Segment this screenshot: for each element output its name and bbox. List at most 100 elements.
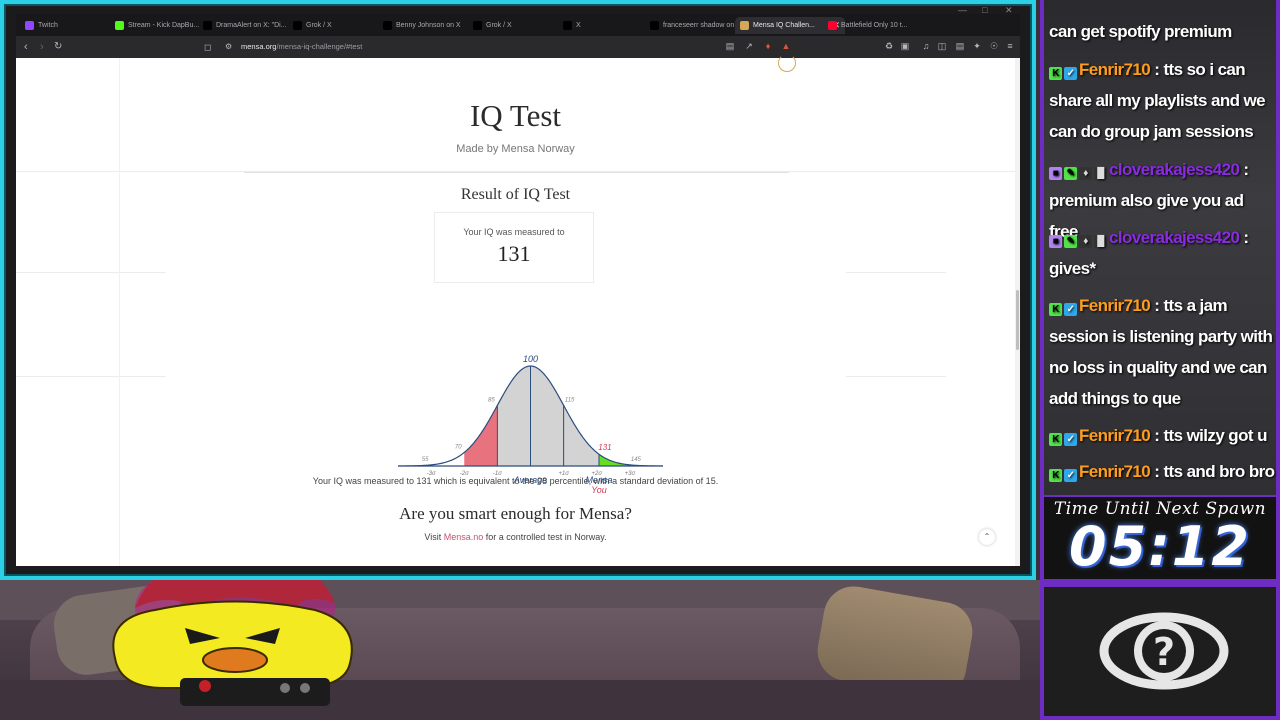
chat-message: ■ ✎ ♦ █ cloverakajess420 : gives* bbox=[1049, 222, 1275, 284]
average-area bbox=[497, 366, 599, 466]
tab-label: Mensa IQ Challen... bbox=[753, 22, 815, 29]
ghost-divider bbox=[846, 272, 946, 273]
tab-label: Grok / X bbox=[306, 22, 332, 29]
x-icon bbox=[563, 21, 572, 30]
edit-badge-icon: ✎ bbox=[1064, 235, 1077, 248]
curve-value-label: 131 bbox=[598, 443, 611, 452]
chat-message: can get spotify premium bbox=[1049, 16, 1275, 47]
maximize-icon[interactable]: □ bbox=[982, 5, 987, 15]
music-icon[interactable]: ♫ bbox=[921, 41, 931, 51]
browser-tab[interactable]: Battlefield Only 10 t... bbox=[823, 17, 933, 34]
ghost-divider bbox=[16, 272, 166, 273]
verified-badge-icon: ✓ bbox=[1064, 469, 1077, 482]
curve-value-label: 100 bbox=[523, 354, 538, 364]
ghost-divider bbox=[119, 58, 120, 566]
close-window-icon[interactable]: ✕ bbox=[1005, 5, 1013, 16]
sub-badge-icon: ♦ bbox=[1079, 235, 1092, 248]
bookmark-icon[interactable]: ◻ bbox=[204, 40, 211, 54]
ghost-divider bbox=[846, 376, 946, 377]
screenshot-icon[interactable]: ▣ bbox=[900, 41, 910, 51]
wallet-icon[interactable]: ▤ bbox=[955, 41, 965, 51]
chat-username[interactable]: Fenrir710 bbox=[1079, 462, 1151, 481]
twitch-badge-icon: ■ bbox=[1049, 235, 1062, 248]
chat-username[interactable]: cloverakajess420 bbox=[1109, 160, 1240, 179]
reader-icon[interactable]: ▤ bbox=[725, 41, 735, 51]
x-icon bbox=[383, 21, 392, 30]
rewards-icon[interactable]: ▲ bbox=[781, 41, 791, 51]
brave-shield-icon[interactable]: ♦ bbox=[763, 41, 773, 51]
mensa-cta-text: Visit Mensa.no for a controlled test in … bbox=[16, 532, 1015, 542]
tab-label: Twitch bbox=[38, 22, 58, 29]
x-icon bbox=[473, 21, 482, 30]
chat-username[interactable]: Fenrir710 bbox=[1079, 426, 1151, 445]
x-icon bbox=[650, 21, 659, 30]
back-icon[interactable]: ‹ bbox=[24, 40, 28, 54]
result-label: Your IQ was measured to bbox=[463, 227, 565, 237]
ghost-divider bbox=[16, 376, 166, 377]
tab-label: Grok / X bbox=[486, 22, 512, 29]
webpage: IQ Test Made by Mensa Norway Result of I… bbox=[16, 58, 1015, 566]
sidebar-icon[interactable]: ◫ bbox=[937, 41, 947, 51]
verified-badge-icon: ✓ bbox=[1064, 67, 1077, 80]
svg-text:?: ? bbox=[1153, 630, 1175, 674]
chat-message: K ✓ Fenrir710 : tts so i can share all my … bbox=[1049, 54, 1275, 147]
site-info-icon[interactable]: ⚙ bbox=[225, 40, 232, 54]
chat-message: K ✓ Fenrir710 : tts a jam session is liste… bbox=[1049, 290, 1275, 414]
tab-label: franceseerr shadow on bbox=[663, 22, 735, 29]
share-icon[interactable]: ↗ bbox=[744, 41, 754, 51]
spawn-timer: Time Until Next Spawn 05:12 bbox=[1040, 495, 1280, 583]
tab-label: Stream - Kick DapBu... bbox=[128, 22, 200, 29]
section-divider bbox=[244, 172, 789, 173]
curve-value-label: 115 bbox=[565, 397, 575, 403]
extension-icon[interactable]: ♻ bbox=[884, 41, 894, 51]
kick-badge-icon: K bbox=[1049, 433, 1062, 446]
iq-bell-curve-chart: -3σ -2σ -1σ +1σ +2σ +3σAverage MensaYou5570851… bbox=[397, 354, 664, 495]
tab-label: Benny Johnson on X bbox=[396, 22, 461, 29]
you-label: You bbox=[591, 485, 607, 495]
chat-text: : tts wilzy got u bbox=[1150, 426, 1267, 445]
mensa-no-link[interactable]: Mensa.no bbox=[444, 532, 484, 542]
minimize-icon[interactable]: — bbox=[958, 5, 967, 15]
scroll-to-top-button[interactable]: ⌃ bbox=[979, 529, 995, 545]
chat-message: K ✓ Fenrir710 : tts wilzy got u bbox=[1049, 420, 1275, 451]
page-title: IQ Test bbox=[469, 98, 562, 133]
verified-badge-icon: ✓ bbox=[1064, 433, 1077, 446]
arcade-button bbox=[300, 683, 310, 693]
mascot-beak bbox=[202, 647, 268, 673]
chat-text: : tts and bro bro bbox=[1150, 462, 1275, 481]
kick-badge-icon: K bbox=[1049, 67, 1062, 80]
tab-label: Battlefield Only 10 t... bbox=[841, 22, 908, 29]
chat-username[interactable]: Fenrir710 bbox=[1079, 60, 1151, 79]
stream-chat-panel: can get spotify premium K ✓ Fenrir710 : tts… bbox=[1040, 0, 1280, 495]
result-heading: Result of IQ Test bbox=[460, 186, 571, 203]
iq-score: 131 bbox=[497, 241, 531, 266]
url-path: /mensa-iq-challenge/#test bbox=[276, 42, 363, 51]
scrollbar-thumb[interactable] bbox=[1016, 290, 1019, 350]
leo-icon[interactable]: ✦ bbox=[972, 41, 982, 51]
youtube-icon bbox=[828, 21, 837, 30]
mascot-body bbox=[112, 600, 353, 689]
chat-username[interactable]: cloverakajess420 bbox=[1109, 228, 1240, 247]
x-icon bbox=[293, 21, 302, 30]
curve-value-label: 55 bbox=[422, 457, 429, 463]
twitch-badge-icon: ■ bbox=[1049, 167, 1062, 180]
twitch-icon bbox=[25, 21, 34, 30]
menu-icon[interactable]: ≡ bbox=[1005, 41, 1015, 51]
forward-icon[interactable]: › bbox=[40, 40, 44, 54]
chat-message: K ✓ Fenrir710 : tts and bro bro bbox=[1049, 456, 1275, 487]
arcade-button bbox=[199, 680, 211, 692]
result-card: Your IQ was measured to 131 bbox=[434, 212, 594, 283]
reload-icon[interactable]: ↻ bbox=[54, 40, 62, 54]
edit-badge-icon: ✎ bbox=[1064, 167, 1077, 180]
result-explanation: Your IQ was measured to 131 which is equ… bbox=[312, 476, 719, 486]
kick-badge-icon: K bbox=[1049, 469, 1062, 482]
address-bar: ‹ › ↻ ◻ ⚙ mensa.org/mensa-iq-challenge/#… bbox=[16, 36, 1020, 58]
curve-value-label: 145 bbox=[631, 457, 642, 463]
chat-username[interactable]: Fenrir710 bbox=[1079, 296, 1151, 315]
mensa-icon bbox=[740, 21, 749, 30]
cta-suffix: for a controlled test in Norway. bbox=[483, 532, 607, 542]
url-field[interactable]: mensa.org/mensa-iq-challenge/#test bbox=[241, 42, 362, 51]
chat-text: can get spotify premium bbox=[1049, 22, 1232, 41]
vpn-icon[interactable]: ☉ bbox=[989, 41, 999, 51]
verified-badge-icon: ✓ bbox=[1064, 303, 1077, 316]
